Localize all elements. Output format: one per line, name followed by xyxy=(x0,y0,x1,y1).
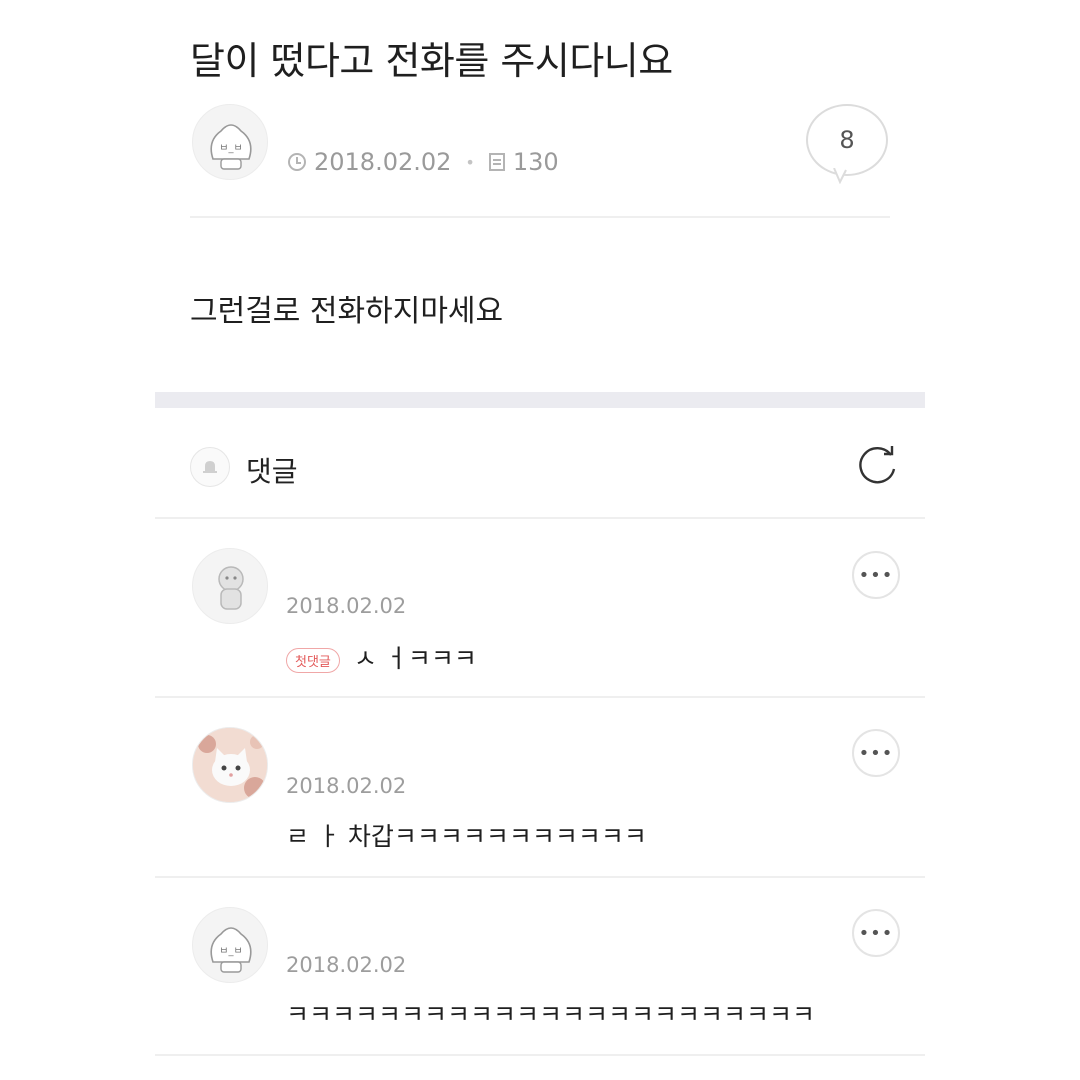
comment-notify-button[interactable] xyxy=(190,447,230,487)
comment-text: ㄹ ㅏ 차갑ㅋㅋㅋㅋㅋㅋㅋㅋㅋㅋㅋ xyxy=(286,822,647,851)
meta-separator: • xyxy=(465,152,475,172)
svg-text:ㅂ_ㅂ: ㅂ_ㅂ xyxy=(219,143,242,154)
comment-divider xyxy=(155,1054,925,1056)
comment-more-button[interactable]: ••• xyxy=(852,909,900,957)
speech-bubble-icon xyxy=(833,168,847,184)
first-comment-badge: 첫댓글 xyxy=(286,647,340,673)
comment-count-button[interactable]: 8 xyxy=(806,104,888,176)
comment-avatar[interactable]: ㅂ_ㅂ xyxy=(192,907,268,983)
header-divider xyxy=(190,216,890,218)
peach-character-icon: ㅂ_ㅂ xyxy=(210,927,252,973)
post-views: 130 xyxy=(512,148,559,176)
views-icon xyxy=(488,153,505,171)
refresh-icon[interactable] xyxy=(852,442,902,492)
bell-icon xyxy=(203,461,217,473)
more-icon: ••• xyxy=(858,742,894,764)
section-separator xyxy=(155,392,925,408)
comment-date: 2018.02.02 xyxy=(286,774,407,798)
more-icon: ••• xyxy=(858,564,894,586)
comment-more-button[interactable]: ••• xyxy=(852,551,900,599)
peach-character-icon: ㅂ_ㅂ xyxy=(210,124,252,170)
default-character-icon xyxy=(218,566,244,610)
comment-date: 2018.02.02 xyxy=(286,594,407,618)
comment-divider xyxy=(155,876,925,878)
post-title: 달이 떴다고 전화를 주시다니요 xyxy=(190,39,673,83)
comments-header-divider xyxy=(155,517,925,519)
comment-count: 8 xyxy=(839,126,855,154)
comment-divider xyxy=(155,696,925,698)
comment-text-row: 첫댓글 ㅅ ㅓㅋㅋㅋ xyxy=(286,639,477,675)
clock-icon xyxy=(288,153,306,171)
author-avatar[interactable]: ㅂ_ㅂ xyxy=(192,104,268,180)
comment-text: ㅅ ㅓㅋㅋㅋ xyxy=(353,644,477,673)
comments-heading: 댓글 xyxy=(246,455,298,488)
comment-avatar[interactable] xyxy=(192,548,268,624)
comment-date: 2018.02.02 xyxy=(286,953,407,977)
post-body: 그런걸로 전화하지마세요 xyxy=(190,294,504,329)
post-date: 2018.02.02 xyxy=(314,148,452,176)
comment-more-button[interactable]: ••• xyxy=(852,729,900,777)
cat-photo-icon xyxy=(193,728,267,802)
comment-avatar[interactable] xyxy=(192,727,268,803)
more-icon: ••• xyxy=(858,922,894,944)
svg-text:ㅂ_ㅂ: ㅂ_ㅂ xyxy=(219,946,242,957)
post-meta: 2018.02.02 • 130 xyxy=(288,148,559,176)
comment-text: ㅋㅋㅋㅋㅋㅋㅋㅋㅋㅋㅋㅋㅋㅋㅋㅋㅋㅋㅋㅋㅋㅋㅋ xyxy=(286,1000,816,1029)
